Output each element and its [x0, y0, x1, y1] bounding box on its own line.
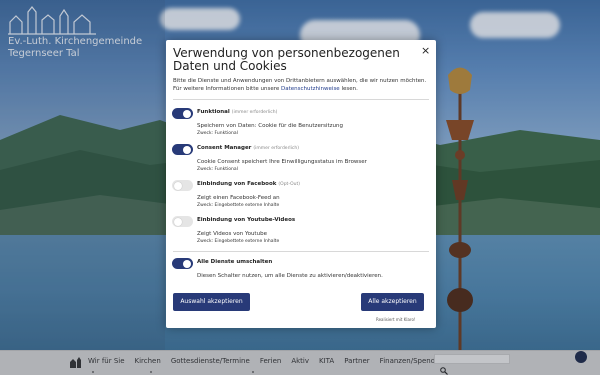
service-facebook: Einbindung von Facebook (Opt-Out) Zeigt e…	[172, 180, 430, 210]
service-youtube: Einbindung von Youtube-Videos Zeigt Vide…	[172, 216, 430, 246]
intro-suffix: lesen.	[341, 86, 358, 92]
toggle-all-services: Alle Dienste umschalten Diesen Schalter …	[172, 258, 430, 282]
service-name: Funktional (immer erforderlich)	[197, 109, 277, 115]
dialog-intro: Bitte die Dienste und Anwendungen von Dr…	[173, 77, 429, 93]
functional-toggle[interactable]	[172, 108, 193, 119]
service-tag: (immer erforderlich)	[231, 110, 278, 115]
accept-selection-button[interactable]: Auswahl akzeptieren	[173, 293, 250, 311]
divider	[173, 251, 429, 252]
privacy-policy-link[interactable]: Datenschutzhinweise	[281, 86, 340, 92]
dialog-title: Verwendung von personenbezogenen Daten u…	[173, 46, 400, 73]
service-purpose: Zweck: Eingebettete externe Inhalte	[197, 239, 280, 244]
service-functional: Funktional (immer erforderlich) Speichern…	[172, 108, 430, 138]
service-consent-manager: Consent Manager (immer erforderlich) Cook…	[172, 144, 430, 174]
service-description: Cookie Consent speichert Ihre Einwilligu…	[197, 159, 367, 165]
service-description: Zeigt Videos von Youtube	[197, 231, 267, 237]
service-purpose: Zweck: Funktional	[197, 131, 238, 136]
service-title: Funktional	[197, 109, 230, 115]
toggle-all-description: Diesen Schalter nutzen, um alle Dienste …	[197, 273, 383, 279]
service-purpose: Zweck: Eingebettete externe Inhalte	[197, 203, 280, 208]
service-tag: (immer erforderlich)	[253, 146, 299, 151]
consent-manager-toggle[interactable]	[172, 144, 193, 155]
service-title: Consent Manager	[197, 145, 252, 151]
service-purpose: Zweck: Funktional	[197, 167, 238, 172]
service-tag: (Opt-Out)	[278, 182, 300, 187]
powered-by-link[interactable]: Realisiert mit Klaro!	[376, 317, 416, 322]
close-icon[interactable]: ×	[421, 44, 430, 57]
service-description: Zeigt einen Facebook-Feed an	[197, 195, 280, 201]
service-title: Einbindung von Facebook	[197, 181, 277, 187]
service-name: Einbindung von Facebook (Opt-Out)	[197, 181, 300, 187]
facebook-toggle[interactable]	[172, 180, 193, 191]
service-title: Einbindung von Youtube-Videos	[197, 217, 296, 223]
divider	[173, 99, 429, 100]
service-name: Einbindung von Youtube-Videos	[197, 217, 295, 223]
service-name: Consent Manager (immer erforderlich)	[197, 145, 299, 151]
youtube-toggle[interactable]	[172, 216, 193, 227]
toggle-all-switch[interactable]	[172, 258, 193, 269]
cookie-consent-dialog: Verwendung von personenbezogenen Daten u…	[166, 40, 436, 328]
toggle-all-label: Alle Dienste umschalten	[197, 259, 273, 265]
accept-all-button[interactable]: Alle akzeptieren	[361, 293, 424, 311]
service-description: Speichern von Daten: Cookie für die Benu…	[197, 123, 343, 129]
